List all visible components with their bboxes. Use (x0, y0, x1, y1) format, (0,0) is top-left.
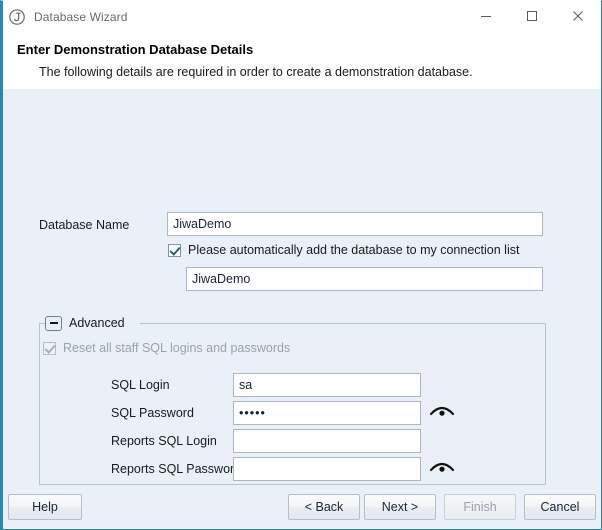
circle-j-icon (8, 8, 26, 26)
reports-sql-password-input[interactable] (233, 457, 421, 481)
finish-button: Finish (444, 494, 516, 520)
database-name-input[interactable] (167, 212, 543, 236)
eye-icon (427, 410, 457, 425)
title-bar: Database Wizard (3, 1, 601, 33)
connection-name-input[interactable] (186, 267, 543, 291)
close-button[interactable] (555, 1, 601, 33)
auto-add-checkbox[interactable] (168, 244, 181, 257)
page-subtitle: The following details are required in or… (39, 63, 601, 81)
minimize-button[interactable] (463, 1, 509, 33)
reports-sql-password-label: Reports SQL Password (111, 462, 241, 476)
advanced-group-header: Advanced (45, 315, 130, 331)
eye-icon (427, 466, 457, 481)
back-button[interactable]: < Back (288, 494, 360, 520)
close-icon (572, 10, 584, 25)
auto-add-checkbox-row[interactable]: Please automatically add the database to… (168, 243, 519, 257)
reports-sql-login-label: Reports SQL Login (111, 434, 217, 448)
sql-login-input[interactable] (233, 373, 421, 397)
reset-logins-checkbox (43, 342, 56, 355)
reset-logins-checkbox-row: Reset all staff SQL logins and passwords (43, 341, 290, 355)
cancel-button[interactable]: Cancel (524, 494, 596, 520)
auto-add-checkbox-label: Please automatically add the database to… (188, 243, 519, 257)
sql-password-label: SQL Password (111, 406, 194, 420)
advanced-group-caption: Advanced (69, 316, 130, 330)
minimize-icon (480, 10, 492, 25)
next-button[interactable]: Next > (364, 494, 436, 520)
sql-password-input[interactable] (233, 401, 421, 425)
advanced-collapse-toggle-button[interactable] (45, 316, 62, 331)
reports-sql-login-input[interactable] (233, 429, 421, 453)
page-title: Enter Demonstration Database Details (17, 41, 601, 59)
sql-login-label: SQL Login (111, 378, 170, 392)
maximize-button[interactable] (509, 1, 555, 33)
help-button[interactable]: Help (8, 494, 82, 520)
sql-password-reveal-button[interactable] (427, 400, 457, 422)
reset-logins-checkbox-label: Reset all staff SQL logins and passwords (63, 341, 290, 355)
reports-sql-password-reveal-button[interactable] (427, 456, 457, 478)
wizard-footer: Help < Back Next > Finish Cancel (3, 485, 601, 529)
database-wizard-window: Database Wizard (0, 0, 602, 530)
wizard-body: Database Name Please automatically add t… (3, 89, 601, 485)
wizard-header: Enter Demonstration Database Details The… (3, 33, 601, 89)
caption-button-group (463, 1, 601, 33)
maximize-icon (526, 10, 538, 25)
database-name-label: Database Name (39, 218, 129, 232)
minus-icon (50, 322, 58, 324)
window-title: Database Wizard (34, 10, 128, 24)
